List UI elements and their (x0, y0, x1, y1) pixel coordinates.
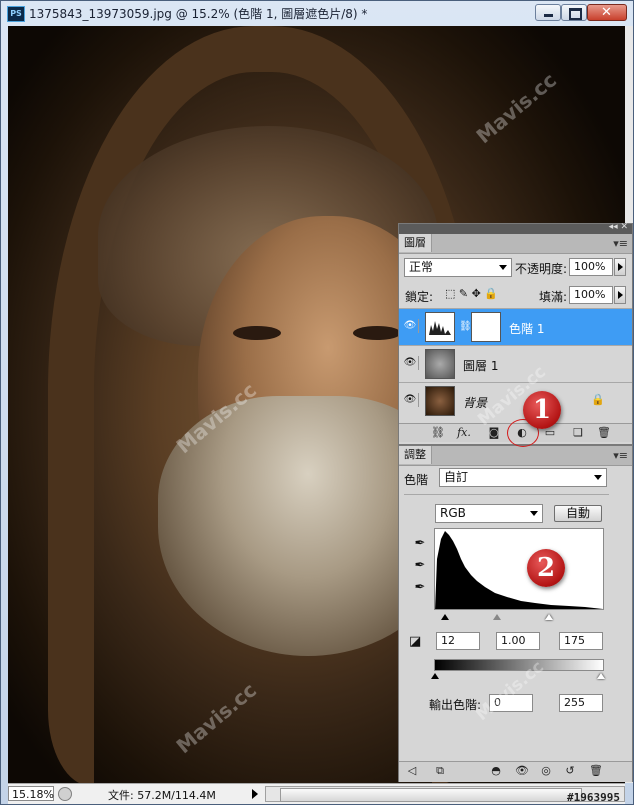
fill-field[interactable]: 100% (569, 286, 613, 304)
chevron-down-icon (530, 511, 538, 516)
output-white-slider[interactable] (597, 673, 605, 679)
fill-slider-button[interactable] (614, 286, 626, 304)
eyedropper-icon[interactable]: ✒ (413, 558, 427, 574)
lock-icon: 🔒 (591, 393, 605, 406)
channel-select[interactable]: RGB (435, 504, 543, 523)
eye-icon[interactable]: 👁 (402, 319, 419, 333)
blend-mode-value: 正常 (409, 260, 434, 274)
watermark: Mavis.cc (471, 67, 561, 149)
step-marker-one: 1 (523, 391, 561, 429)
expand-view-icon[interactable]: ⧉ (433, 764, 447, 778)
eyedropper-icon[interactable]: ✒ (413, 536, 427, 552)
zoom-level-field[interactable]: 15.18% (8, 786, 54, 801)
eye-icon[interactable]: 👁 (402, 356, 419, 370)
divider (404, 494, 609, 495)
new-layer-icon[interactable]: ❏ (571, 426, 585, 440)
eye-icon[interactable]: 👁 (515, 764, 529, 778)
adjustment-type-label: 色階 (404, 473, 429, 487)
input-black-slider[interactable] (441, 614, 449, 620)
preset-value: 自訂 (444, 470, 469, 484)
minimize-icon (544, 14, 553, 17)
tab-layers[interactable]: 圖層 (399, 234, 432, 252)
layers-tab-bar: 圖層 ▾≡ (399, 234, 632, 254)
close-button[interactable]: ✕ (587, 4, 627, 21)
input-black-field[interactable]: 12 (436, 632, 480, 650)
input-white-field[interactable]: 175 (559, 632, 603, 650)
layer-row-layer1[interactable]: 👁 圖層 1 (399, 345, 632, 382)
photoshop-document-window: PS 1375843_13973059.jpg @ 15.2% (色階 1, 圖… (0, 0, 634, 805)
opacity-field[interactable]: 100% (569, 258, 613, 276)
status-options-icon[interactable] (58, 787, 72, 801)
minimize-button[interactable] (535, 4, 561, 21)
adjustments-panel: 調整 ▾≡ 色階 自訂 RGB 自動 ✒ ✒ ✒ ◪ 12 1.00 175 輸… (398, 445, 633, 782)
background-thumbnail[interactable] (425, 386, 455, 416)
eyedropper-icon[interactable]: ✒ (413, 580, 427, 596)
back-arrow-icon[interactable]: ◁ (405, 764, 419, 778)
photo-right-eye (353, 326, 401, 340)
layer-name[interactable]: 色階 1 (509, 320, 544, 337)
panel-dock-bar[interactable]: ◂◂ ✕ (399, 222, 632, 234)
maximize-button[interactable] (561, 4, 587, 21)
input-white-slider[interactable] (545, 614, 553, 620)
lock-label: 鎖定: (405, 290, 434, 304)
previous-state-icon[interactable]: ◎ (539, 764, 553, 778)
histogram (434, 528, 604, 610)
window-title: 1375843_13973059.jpg @ 15.2% (色階 1, 圖層遮色… (29, 7, 368, 21)
photo-left-eye (233, 326, 281, 340)
layer-row-levels[interactable]: 👁 ⛓ 色階 1 (399, 308, 632, 345)
lock-options-icons[interactable]: ⬚ ✎ ✥ 🔒 (445, 287, 498, 300)
photoshop-app-icon: PS (7, 6, 25, 22)
document-size-info: 文件: 57.2M/114.4M (108, 789, 216, 802)
link-icon[interactable]: ⛓ (459, 321, 472, 332)
status-menu-arrow-icon[interactable] (252, 789, 258, 799)
fill-label: 填滿: (539, 290, 568, 304)
collapse-icon[interactable]: ◂◂ ✕ (609, 222, 628, 232)
link-icon[interactable]: ⛓ (431, 426, 445, 440)
chevron-down-icon (594, 475, 602, 480)
input-gamma-field[interactable]: 1.00 (496, 632, 540, 650)
channel-value: RGB (440, 506, 466, 520)
panel-menu-icon[interactable]: ▾≡ (613, 449, 628, 462)
input-gamma-slider[interactable] (493, 614, 501, 620)
adjustments-tab-bar: 調整 ▾≡ (399, 446, 632, 466)
opacity-label: 不透明度: (515, 262, 568, 276)
auto-button[interactable]: 自動 (554, 505, 602, 522)
layer-thumbnail[interactable] (425, 349, 455, 379)
blend-mode-select[interactable]: 正常 (404, 258, 512, 277)
lock-icon[interactable]: 🔒 (484, 287, 498, 300)
title-bar[interactable]: PS 1375843_13973059.jpg @ 15.2% (色階 1, 圖… (1, 1, 633, 25)
maximize-icon (569, 8, 582, 20)
panel-menu-icon[interactable]: ▾≡ (613, 237, 628, 250)
tab-adjustments[interactable]: 調整 (399, 446, 432, 464)
clip-to-layer-icon[interactable]: ◓ (489, 764, 503, 778)
opacity-slider-button[interactable] (614, 258, 626, 276)
image-credit: #1963995 (567, 791, 620, 804)
layer-name[interactable]: 圖層 1 (463, 357, 498, 374)
fx-button[interactable]: fx. (457, 426, 471, 440)
preset-select[interactable]: 自訂 (439, 468, 607, 487)
scrollbar-thumb[interactable] (280, 788, 582, 802)
eye-icon[interactable]: 👁 (402, 393, 419, 407)
reset-icon[interactable]: ↺ (563, 764, 577, 778)
layer-mask-thumbnail[interactable] (471, 312, 501, 342)
output-black-slider[interactable] (431, 673, 439, 679)
levels-adjustment-thumbnail[interactable] (425, 312, 455, 342)
trash-icon[interactable]: 🗑 (597, 426, 611, 440)
close-icon: ✕ (601, 5, 612, 20)
chevron-down-icon (499, 265, 507, 270)
step-marker-two: 2 (527, 549, 565, 587)
output-white-field[interactable]: 255 (559, 694, 603, 712)
trash-icon[interactable]: 🗑 (589, 764, 603, 778)
clipping-warning-icon[interactable]: ◪ (409, 634, 421, 649)
layers-panel: ◂◂ ✕ 圖層 ▾≡ 正常 不透明度: 100% 鎖定: ⬚ ✎ ✥ 🔒 填滿:… (398, 222, 633, 445)
status-bar: 15.18% 文件: 57.2M/114.4M (8, 783, 625, 804)
adjustments-toolbar: ◁ ⧉ ◓ 👁 ◎ ↺ 🗑 (399, 761, 632, 782)
